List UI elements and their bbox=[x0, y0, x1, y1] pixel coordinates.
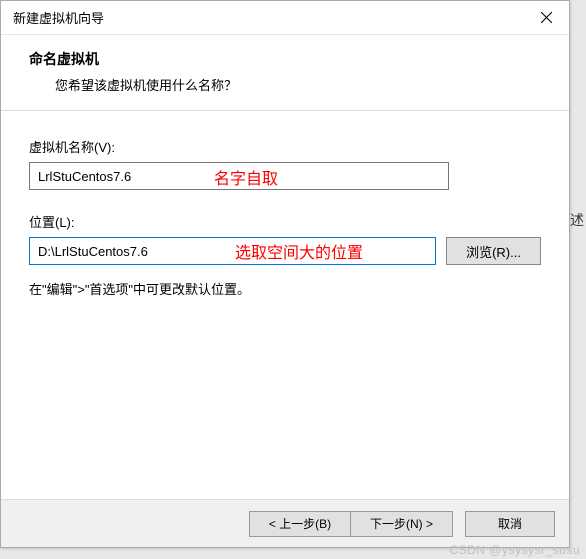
close-icon bbox=[541, 12, 552, 23]
page-title: 命名虚拟机 bbox=[29, 49, 549, 69]
back-button[interactable]: < 上一步(B) bbox=[249, 511, 351, 537]
browse-button[interactable]: 浏览(R)... bbox=[446, 237, 541, 265]
cancel-button[interactable]: 取消 bbox=[465, 511, 555, 537]
wizard-dialog: 新建虚拟机向导 命名虚拟机 您希望该虚拟机使用什么名称？ 虚拟机名称(V): 名… bbox=[0, 0, 570, 548]
page-subtitle: 您希望该虚拟机使用什么名称？ bbox=[29, 75, 549, 94]
window-title: 新建虚拟机向导 bbox=[13, 8, 104, 27]
footer-bar: < 上一步(B) 下一步(N) > 取消 bbox=[1, 499, 569, 547]
titlebar: 新建虚拟机向导 bbox=[1, 1, 569, 35]
vm-name-input[interactable] bbox=[29, 162, 449, 190]
vm-location-group: 位置(L): 浏览(R)... 选取空间大的位置 bbox=[29, 212, 541, 265]
content-area: 虚拟机名称(V): 名字自取 位置(L): 浏览(R)... 选取空间大的位置 … bbox=[1, 111, 569, 308]
hint-text: 在"编辑">"首选项"中可更改默认位置。 bbox=[29, 279, 541, 298]
next-button[interactable]: 下一步(N) > bbox=[351, 511, 453, 537]
close-button[interactable] bbox=[523, 2, 569, 34]
vm-location-label: 位置(L): bbox=[29, 212, 541, 231]
watermark: CSDN @ysysysr_susu bbox=[449, 543, 580, 557]
vm-name-group: 虚拟机名称(V): 名字自取 bbox=[29, 137, 541, 190]
outside-fragment: 述 bbox=[570, 210, 584, 230]
header-section: 命名虚拟机 您希望该虚拟机使用什么名称？ bbox=[1, 35, 569, 111]
location-row: 浏览(R)... bbox=[29, 237, 541, 265]
vm-location-input[interactable] bbox=[29, 237, 436, 265]
vm-name-label: 虚拟机名称(V): bbox=[29, 137, 541, 156]
